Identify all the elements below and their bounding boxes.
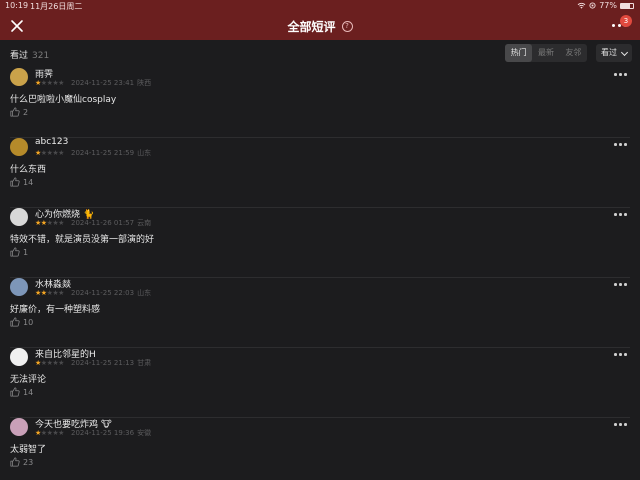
thumbs-up-icon <box>10 107 20 117</box>
comment-date: 2024-11-25 22:03 <box>71 289 135 297</box>
like-count: 23 <box>23 457 34 467</box>
star-icon: ★ <box>58 79 64 87</box>
status-right: 77% <box>577 1 634 10</box>
orientation-lock-icon <box>589 2 596 9</box>
star-icon: ★ <box>58 429 64 437</box>
comment-item: abc123 ★★★★★ 2024-11-25 21:59 山东什么东西 14 <box>0 137 640 208</box>
rating-stars: ★★★★★ <box>35 429 64 437</box>
wifi-icon <box>577 2 586 9</box>
like-button[interactable]: 23 <box>10 457 33 467</box>
comment-more-icon[interactable] <box>614 142 628 148</box>
comment-location: 云南 <box>137 219 152 227</box>
like-button[interactable]: 1 <box>10 247 28 257</box>
rating-stars: ★★★★★ <box>35 79 64 87</box>
comment-meta: 2024-11-25 19:36 安徽 <box>71 429 151 437</box>
like-button[interactable]: 14 <box>10 387 33 397</box>
comment-text: 无法评论 <box>10 375 47 385</box>
comment-date: 2024-11-25 21:13 <box>71 359 135 367</box>
comment-meta: 2024-11-25 21:13 甘肃 <box>71 359 151 367</box>
comment-date: 2024-11-26 01:57 <box>71 219 135 227</box>
battery-percent: 77% <box>599 1 617 10</box>
comment-meta: 2024-11-25 23:41 陕西 <box>71 79 151 87</box>
page-title: 全部短评 ? <box>0 18 640 35</box>
avatar[interactable] <box>10 348 28 366</box>
star-icon: ★ <box>58 359 64 367</box>
comment-location: 陕西 <box>137 79 152 87</box>
like-button[interactable]: 14 <box>10 177 33 187</box>
viewed-count: 看过 321 <box>10 48 49 61</box>
star-icon: ★ <box>58 289 64 297</box>
viewed-count-label: 看过 <box>10 51 29 61</box>
thumbs-up-icon <box>10 457 20 467</box>
comment-location: 山东 <box>137 149 152 157</box>
comment-more-icon[interactable] <box>614 212 628 218</box>
comment-text: 特效不错，就是演员没第一部演的好 <box>10 235 155 245</box>
nav-bar: 全部短评 ? 3 <box>0 11 640 40</box>
status-bar: 10:19 11月26日周二 77% <box>0 0 640 11</box>
comment-item: 雨霁 ★★★★★ 2024-11-25 23:41 陕西 什么巴啦啦小魔仙cosplay… <box>0 68 640 138</box>
like-count: 2 <box>23 107 29 117</box>
thumbs-up-icon <box>10 177 20 187</box>
rating-stars: ★★★★★ <box>35 289 64 297</box>
like-count: 1 <box>23 247 29 257</box>
avatar[interactable] <box>10 208 28 226</box>
avatar[interactable] <box>10 278 28 296</box>
help-icon[interactable]: ? <box>341 21 353 32</box>
comment-more-icon[interactable] <box>614 422 628 428</box>
comment-location: 甘肃 <box>137 359 152 367</box>
viewed-count-value: 321 <box>32 51 50 61</box>
comment-meta: 2024-11-25 22:03 山东 <box>71 289 151 297</box>
thumbs-up-icon <box>10 387 20 397</box>
like-count: 14 <box>23 177 34 187</box>
comment-item: 心为你燃烧 🐈 ★★★★★ 2024-11-26 01:57 云南 特效不错，就是演员没第… <box>0 208 640 278</box>
comment-text: 太弱智了 <box>10 445 47 455</box>
comment-more-icon[interactable] <box>614 352 628 358</box>
tab-hot[interactable]: 热门 <box>505 44 533 62</box>
avatar[interactable] <box>10 138 28 156</box>
comment-location: 山东 <box>137 289 152 297</box>
like-count: 10 <box>23 317 34 327</box>
avatar[interactable] <box>10 418 28 436</box>
notification-badge: 3 <box>620 15 632 27</box>
comment-date: 2024-11-25 21:59 <box>71 149 135 157</box>
avatar[interactable] <box>10 68 28 86</box>
username[interactable]: abc123 <box>35 137 71 147</box>
rating-stars: ★★★★★ <box>35 219 64 227</box>
rating-stars: ★★★★★ <box>35 359 64 367</box>
tab-friends[interactable]: 友邻 <box>560 44 587 62</box>
like-count: 14 <box>23 387 34 397</box>
comment-meta: 2024-11-25 21:59 山东 <box>71 149 151 157</box>
username-text: abc123 <box>35 137 69 147</box>
page-title-text: 全部短评 <box>287 20 336 34</box>
star-icon: ★ <box>58 149 64 157</box>
viewed-filter-dropdown[interactable]: 看过 <box>596 44 632 62</box>
star-icon: ★ <box>58 219 64 227</box>
like-button[interactable]: 2 <box>10 107 28 117</box>
rating-stars: ★★★★★ <box>35 149 64 157</box>
comment-item: 水林淼燚 ★★★★★ 2024-11-25 22:03 山东 好廉价，有一种塑料感 10 <box>0 278 640 348</box>
sort-tabs: 热门 最新 友邻 <box>505 44 587 62</box>
battery-fill <box>621 3 631 8</box>
comment-item: 来自比邻星的H ★★★★★ 2024-11-25 21:13 甘肃 无法评论 14 <box>0 348 640 418</box>
close-icon[interactable] <box>9 18 25 34</box>
thumbs-up-icon <box>10 317 20 327</box>
comment-date: 2024-11-25 23:41 <box>71 79 135 87</box>
comment-more-icon[interactable] <box>614 282 628 288</box>
comment-meta: 2024-11-26 01:57 云南 <box>71 219 151 227</box>
comment-more-icon[interactable] <box>614 72 628 78</box>
status-time: 10:19 <box>5 1 29 10</box>
comment-text: 什么巴啦啦小魔仙cosplay <box>10 95 117 105</box>
comment-date: 2024-11-25 19:36 <box>71 429 135 437</box>
thumbs-up-icon <box>10 247 20 257</box>
like-button[interactable]: 10 <box>10 317 33 327</box>
battery-icon <box>620 2 634 9</box>
viewed-filter-label: 看过 <box>601 48 617 57</box>
comment-location: 安徽 <box>137 429 152 437</box>
filter-bar: 看过 321 热门 最新 友邻 看过 <box>0 40 640 66</box>
comment-text: 什么东西 <box>10 165 47 175</box>
comment-item: 今天也要吃炸鸡 🐮 ★★★★★ 2024-11-25 19:36 安徽 太弱智了 23 <box>0 418 640 480</box>
comment-text: 好廉价，有一种塑料感 <box>10 305 101 315</box>
tab-latest[interactable]: 最新 <box>532 44 559 62</box>
chevron-down-icon <box>620 48 629 57</box>
